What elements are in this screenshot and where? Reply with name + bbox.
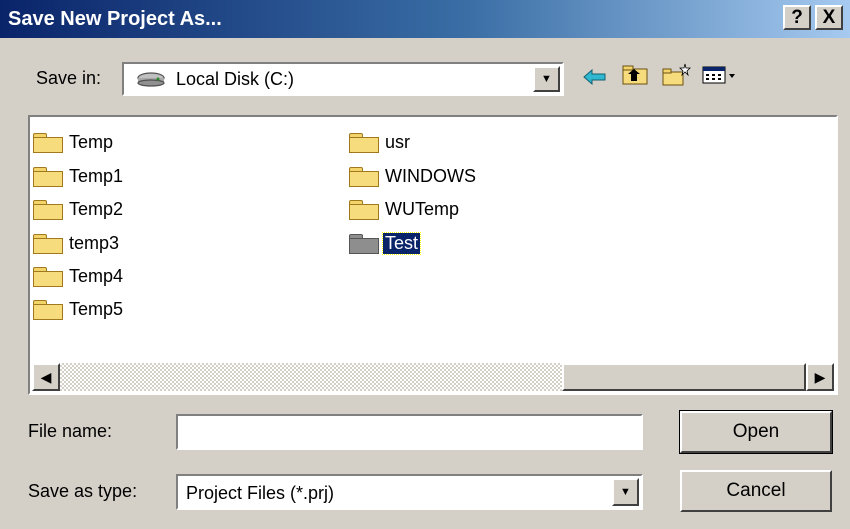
save-as-type-value: Project Files (*.prj) [186, 483, 335, 503]
folder-icon [32, 265, 64, 287]
new-folder-icon[interactable] [660, 63, 694, 95]
list-item[interactable]: WUTemp [348, 195, 461, 223]
dialog-title: Save New Project As... [8, 8, 222, 30]
list-item-label: Test [381, 231, 422, 255]
horizontal-scrollbar[interactable]: ◀ ▶ [32, 363, 834, 391]
list-item[interactable]: Temp2 [32, 195, 125, 223]
file-name-input[interactable] [176, 414, 643, 450]
save-in-label: Save in: [36, 68, 102, 88]
file-list[interactable]: Temp Temp1 Temp2 temp3 Temp4 Temp5 usr W… [28, 115, 838, 395]
close-button[interactable]: X [815, 5, 843, 30]
title-bar: Save New Project As... ? X [0, 0, 850, 38]
file-name-label: File name: [28, 421, 113, 441]
scroll-left-button[interactable]: ◀ [32, 363, 60, 391]
save-in-dropdown-button[interactable]: ▼ [533, 66, 560, 92]
list-item[interactable]: temp3 [32, 229, 121, 257]
list-item[interactable]: usr [348, 128, 412, 156]
save-as-type-label: Save as type: [28, 481, 138, 501]
list-item-selected[interactable]: Test [348, 229, 422, 257]
list-item-label: usr [385, 131, 411, 152]
folder-icon [348, 131, 380, 153]
save-as-type-combo[interactable]: Project Files (*.prj) ▼ [176, 474, 643, 510]
folder-icon [32, 165, 64, 187]
back-icon[interactable] [578, 63, 612, 95]
folder-icon [348, 165, 380, 187]
list-item-label: Temp5 [69, 298, 124, 319]
list-item-label: Temp1 [69, 165, 124, 186]
folder-icon [348, 198, 380, 220]
open-button[interactable]: Open [679, 410, 833, 454]
folder-icon [32, 131, 64, 153]
list-item-label: temp3 [69, 232, 120, 253]
folder-icon [32, 198, 64, 220]
list-item-label: Temp [69, 131, 114, 152]
view-menu-icon[interactable] [700, 63, 740, 95]
list-item[interactable]: Temp [32, 128, 115, 156]
list-item-label: Temp4 [69, 265, 124, 286]
cancel-button[interactable]: Cancel [680, 470, 832, 512]
scroll-thumb[interactable] [562, 363, 806, 391]
save-as-type-dropdown-button[interactable]: ▼ [612, 478, 639, 506]
list-item[interactable]: Temp1 [32, 162, 125, 190]
save-in-combo[interactable]: Local Disk (C:) ▼ [122, 62, 564, 96]
hard-disk-icon [136, 71, 166, 87]
folder-icon [32, 298, 64, 320]
save-in-value: Local Disk (C:) [176, 69, 295, 89]
list-item-label: WUTemp [385, 198, 460, 219]
folder-icon [32, 232, 64, 254]
list-item[interactable]: WINDOWS [348, 162, 478, 190]
list-item-label: WINDOWS [385, 165, 476, 186]
scroll-right-button[interactable]: ▶ [806, 363, 834, 391]
up-folder-icon[interactable] [618, 63, 652, 95]
help-button[interactable]: ? [783, 5, 811, 30]
folder-icon [348, 232, 380, 254]
list-item[interactable]: Temp5 [32, 295, 125, 323]
list-item[interactable]: Temp4 [32, 262, 125, 290]
list-item-label: Temp2 [69, 198, 124, 219]
